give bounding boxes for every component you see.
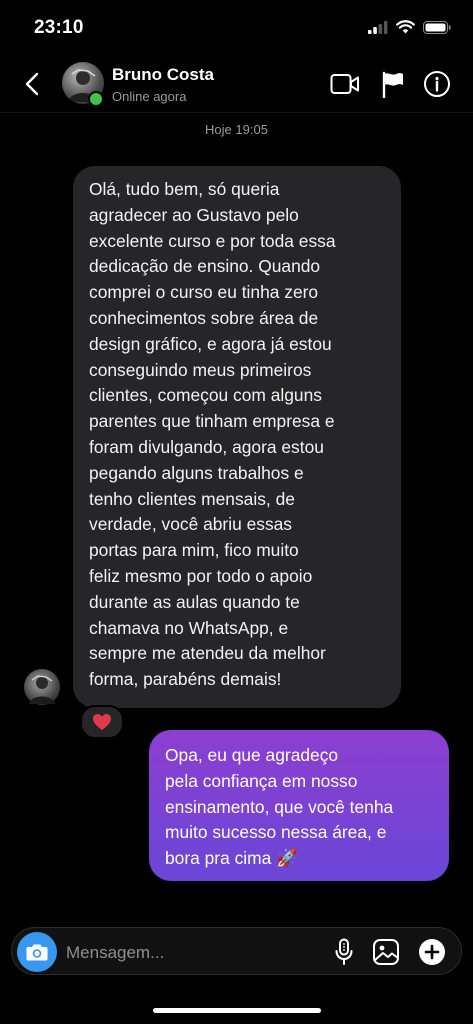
- message-line: conhecimentos sobre área de: [89, 307, 319, 328]
- online-status-dot: [88, 91, 104, 107]
- camera-button[interactable]: [17, 932, 57, 972]
- gallery-icon: [373, 939, 399, 965]
- message-line: portas para mim, fico muito: [89, 540, 299, 561]
- status-bar: 23:10: [0, 0, 473, 56]
- wifi-icon: [396, 20, 415, 34]
- message-composer: [11, 927, 462, 975]
- message-line: clientes, começou com alguns: [89, 385, 322, 406]
- message-line: sempre me atendeu da melhor: [89, 643, 326, 664]
- video-camera-icon: [330, 74, 359, 94]
- back-button[interactable]: [18, 68, 48, 100]
- heart-icon: [93, 714, 111, 730]
- outgoing-message-bubble[interactable]: Opa, eu que agradeço pela confiança em n…: [149, 730, 449, 881]
- message-line: comprei o curso eu tinha zero: [89, 282, 319, 303]
- message-line: design gráfico, e agora já estou: [89, 333, 332, 354]
- message-line: dedicação de ensino. Quando: [89, 256, 321, 277]
- message-line: verdade, você abriu essas: [89, 514, 293, 535]
- sender-avatar[interactable]: [24, 669, 60, 705]
- message-line: excelente curso e por toda essa: [89, 230, 336, 251]
- avatar-photo-icon: [29, 675, 55, 704]
- message-line: forma, parabéns demais!: [89, 669, 282, 690]
- microphone-icon: [335, 938, 353, 965]
- back-chevron-icon: [25, 72, 39, 96]
- message-line: muito sucesso nessa área, e: [165, 822, 387, 843]
- message-line: durante as aulas quando te: [89, 591, 300, 612]
- message-line: pegando alguns trabalhos e: [89, 462, 304, 483]
- message-line: chamava no WhatsApp, e: [89, 617, 289, 638]
- gallery-button[interactable]: [370, 936, 402, 968]
- message-line: tenho clientes mensais, de: [89, 488, 295, 509]
- date-separator: Hoje 19:05: [205, 122, 268, 137]
- info-icon: [424, 71, 450, 97]
- message-line: parentes que tinham empresa e: [89, 411, 335, 432]
- flag-icon: [382, 71, 403, 98]
- status-icons: [368, 20, 451, 34]
- battery-icon: [423, 20, 451, 34]
- message-line: Olá, tudo bem, só queria: [89, 179, 280, 199]
- message-line: bora pra cima 🚀: [165, 848, 298, 869]
- contact-name[interactable]: Bruno Costa: [112, 65, 214, 85]
- message-line: feliz mesmo por todo o apoio: [89, 565, 313, 586]
- cellular-signal-icon: [368, 20, 388, 34]
- status-time: 23:10: [34, 17, 84, 38]
- voice-message-button[interactable]: [328, 936, 360, 968]
- camera-icon: [26, 944, 48, 961]
- more-options-button[interactable]: [416, 936, 448, 968]
- message-input[interactable]: [64, 936, 318, 970]
- chat-header: Bruno Costa Online agora: [0, 56, 473, 113]
- message-line: ensinamento, que você tenha: [165, 796, 394, 817]
- reaction-badge[interactable]: [80, 705, 124, 739]
- contact-status: Online agora: [112, 89, 187, 104]
- message-line: conseguindo meus primeiros: [89, 359, 312, 380]
- message-line: pela confiança em nosso: [165, 770, 358, 791]
- incoming-message-bubble[interactable]: Olá, tudo bem, só queria agradecer ao Gu…: [73, 166, 401, 708]
- info-button[interactable]: [422, 69, 452, 99]
- plus-icon: [419, 939, 445, 965]
- video-call-button[interactable]: [330, 69, 360, 99]
- message-line: Opa, eu que agradeço: [165, 745, 339, 765]
- message-line: foram divulgando, agora estou: [89, 436, 324, 457]
- report-button[interactable]: [378, 69, 408, 99]
- message-line: agradecer ao Gustavo pelo: [89, 204, 299, 225]
- home-indicator: [153, 1008, 321, 1013]
